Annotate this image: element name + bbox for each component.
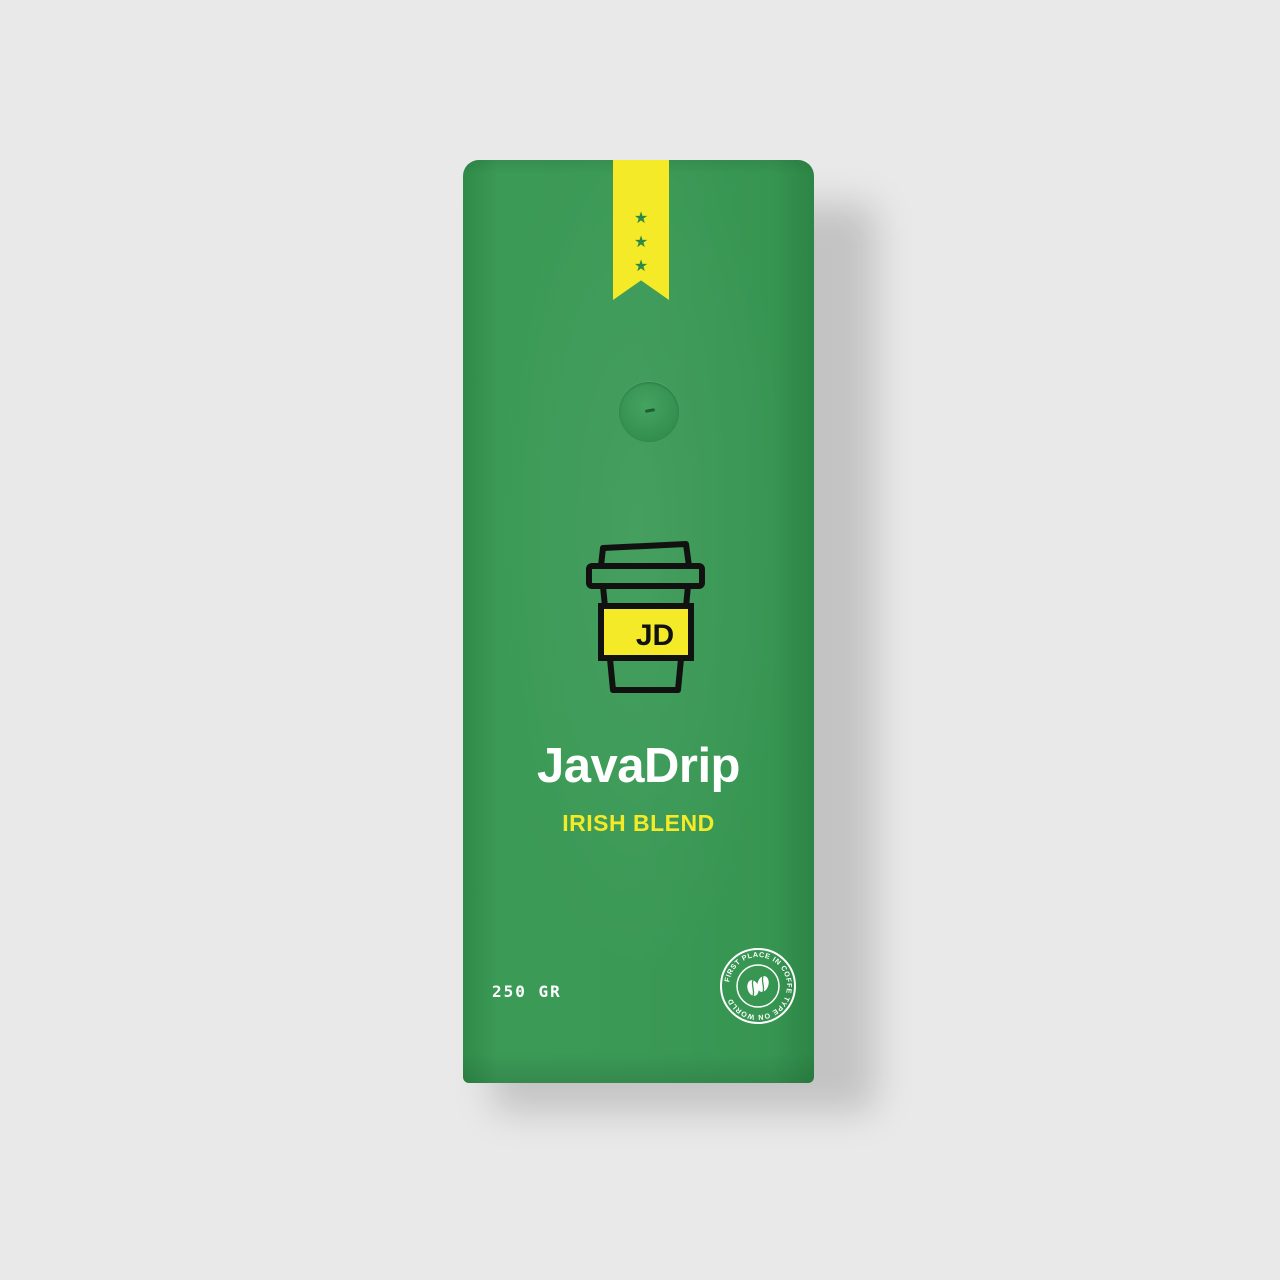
blend-name: IRISH BLEND (562, 810, 715, 836)
star-icon: ★ (633, 256, 649, 275)
award-badge: FIRST PLACE IN COFFE TYPE ON WORLD (720, 948, 796, 1024)
valve-slit (644, 408, 656, 413)
coffee-bag: ★ ★ ★ JD JavaDrip IRISH BLEND 250 GR FIR… (463, 160, 814, 1083)
coffee-bean-icon (747, 975, 769, 997)
star-icon: ★ (633, 208, 649, 227)
product-scene: ★ ★ ★ JD JavaDrip IRISH BLEND 250 GR FIR… (0, 0, 1280, 1280)
degassing-valve (619, 382, 679, 442)
coffee-cup-icon: JD (586, 541, 705, 693)
star-icon: ★ (633, 232, 649, 251)
bag-bottom-seam (463, 1053, 814, 1083)
brand-name: JavaDrip (536, 739, 741, 793)
yellow-ribbon: ★ ★ ★ (613, 160, 669, 300)
net-weight: 250 GR (492, 982, 562, 1001)
cup-logo-text: JD (636, 619, 674, 652)
